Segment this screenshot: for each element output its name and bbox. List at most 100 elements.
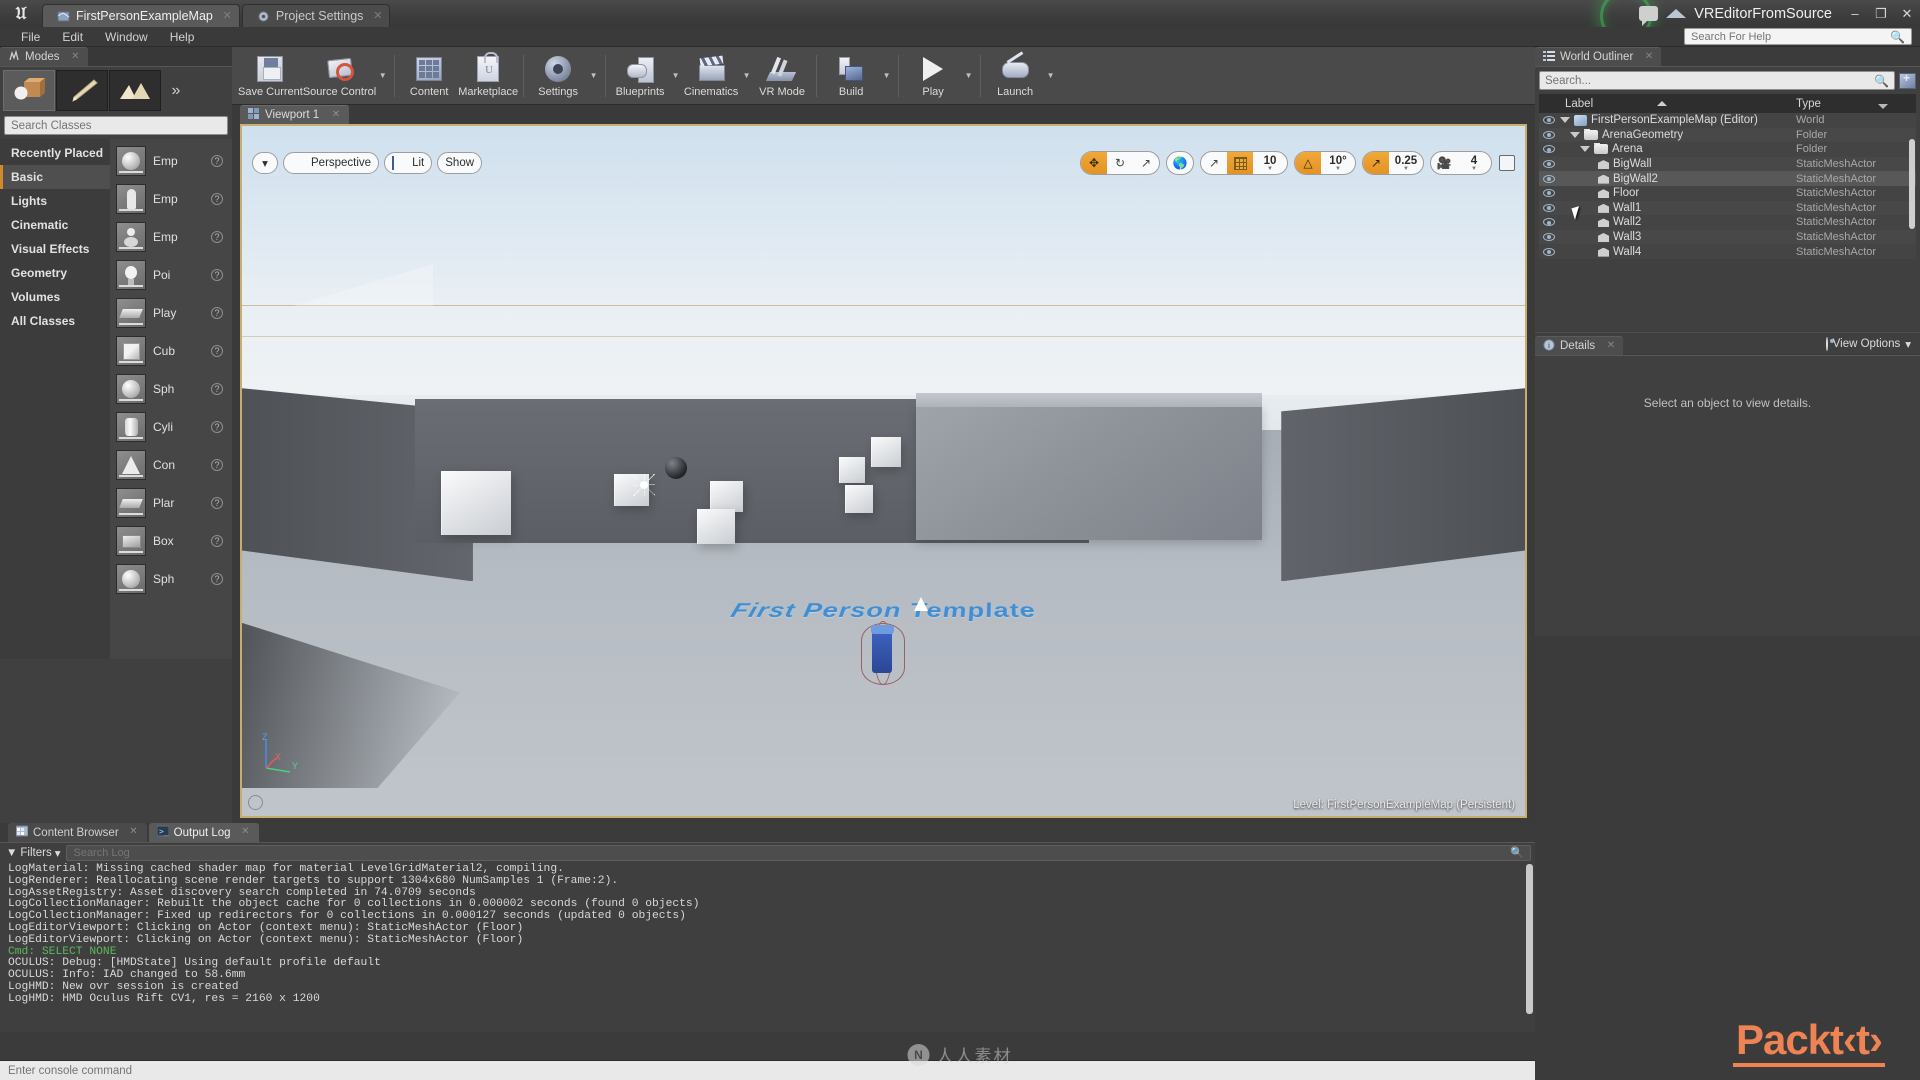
viewport-options-button[interactable]: ▾ xyxy=(252,152,278,174)
outliner-search-input[interactable] xyxy=(1545,74,1875,87)
help-icon[interactable]: ? xyxy=(211,269,223,281)
launch-caret-icon[interactable]: ▼ xyxy=(1044,49,1057,103)
table-row[interactable]: Floor StaticMeshActor xyxy=(1539,186,1916,201)
help-icon[interactable]: ? xyxy=(211,231,223,243)
list-item[interactable]: Emp? xyxy=(110,218,232,256)
help-icon[interactable]: ? xyxy=(211,497,223,509)
viewport-render-area[interactable]: First Person Template Z X Y Level: First… xyxy=(240,124,1527,818)
eye-icon[interactable] xyxy=(1539,247,1558,256)
tab-viewport-1[interactable]: Viewport 1 ✕ xyxy=(240,105,350,124)
list-item[interactable]: Emp? xyxy=(110,180,232,218)
launch-button[interactable]: Launch xyxy=(986,49,1044,103)
source-control-caret-icon[interactable]: ▼ xyxy=(376,49,389,103)
category-volumes[interactable]: Volumes xyxy=(0,285,110,309)
landscape-mode-icon[interactable] xyxy=(109,70,161,111)
player-start-actor[interactable] xyxy=(860,596,928,685)
list-item[interactable]: Cyli? xyxy=(110,408,232,446)
table-row[interactable]: Wall1 StaticMeshActor xyxy=(1539,200,1916,216)
play-button[interactable]: Play xyxy=(904,49,962,103)
help-icon[interactable]: ? xyxy=(211,383,223,395)
document-tab-project-settings[interactable]: Project Settings ✕ xyxy=(241,4,391,27)
close-icon[interactable]: ✕ xyxy=(332,109,340,120)
console-command-bar[interactable] xyxy=(0,1060,1535,1080)
table-row[interactable]: ArenaGeometry Folder xyxy=(1539,127,1916,143)
help-icon[interactable]: ? xyxy=(211,345,223,357)
eye-icon[interactable] xyxy=(1539,189,1558,198)
table-row[interactable]: FirstPersonExampleMap (Editor) World xyxy=(1539,113,1916,128)
table-row[interactable]: BigWall2 StaticMeshActor xyxy=(1539,171,1916,186)
table-row[interactable]: Arena Folder xyxy=(1539,142,1916,157)
scale-snap-value[interactable]: 0.25 ▼ xyxy=(1389,152,1423,174)
cube-actor[interactable] xyxy=(710,481,744,513)
big-wall-block[interactable] xyxy=(915,393,1263,540)
close-icon[interactable]: ✕ xyxy=(129,826,137,837)
help-icon[interactable]: ? xyxy=(211,535,223,547)
cube-actor[interactable] xyxy=(870,436,901,467)
category-geometry[interactable]: Geometry xyxy=(0,261,110,285)
tab-output-log[interactable]: >_ Output Log ✕ xyxy=(148,823,259,842)
document-tab-map[interactable]: FirstPersonExampleMap ✕ xyxy=(42,4,240,27)
tab-modes[interactable]: Modes ✕ xyxy=(0,47,88,66)
expand-arrow-icon[interactable] xyxy=(1580,146,1590,153)
angle-snap-icon[interactable]: △ xyxy=(1295,152,1321,174)
column-type[interactable]: Type xyxy=(1796,98,1916,110)
help-icon[interactable]: ? xyxy=(211,307,223,319)
list-item[interactable]: Play? xyxy=(110,294,232,332)
log-search-input[interactable] xyxy=(73,846,1511,859)
eye-icon[interactable] xyxy=(1539,116,1558,125)
category-recently-placed[interactable]: Recently Placed xyxy=(0,141,110,165)
grid-snap-icon[interactable] xyxy=(1227,152,1253,174)
place-mode-icon[interactable] xyxy=(3,70,55,111)
blueprints-button[interactable]: Blueprints xyxy=(611,49,669,103)
category-lights[interactable]: Lights xyxy=(0,189,110,213)
learn-cap-icon[interactable] xyxy=(1666,6,1687,22)
close-icon[interactable]: ✕ xyxy=(71,51,79,62)
list-item[interactable]: Poi? xyxy=(110,256,232,294)
cinematics-caret-icon[interactable]: ▼ xyxy=(740,49,753,103)
list-item[interactable]: Cub? xyxy=(110,332,232,370)
maximize-button[interactable]: ❐ xyxy=(1868,3,1894,25)
log-scrollbar[interactable] xyxy=(1526,864,1533,1014)
tab-details[interactable]: i Details ✕ xyxy=(1535,336,1624,355)
list-item[interactable]: Box? xyxy=(110,522,232,560)
category-visual-effects[interactable]: Visual Effects xyxy=(0,237,110,261)
expand-arrow-icon[interactable] xyxy=(1570,131,1580,138)
menu-edit[interactable]: Edit xyxy=(51,27,94,47)
search-classes-input[interactable] xyxy=(11,119,221,132)
table-row[interactable]: Wall3 StaticMeshActor xyxy=(1539,229,1916,245)
chat-bubble-icon[interactable] xyxy=(1639,6,1659,26)
save-current-button[interactable]: Save Current xyxy=(238,49,303,103)
log-output-area[interactable]: LogMaterial: Missing cached shader map f… xyxy=(0,862,1535,1032)
minimize-button[interactable]: – xyxy=(1842,3,1868,25)
table-row[interactable]: Wall2 StaticMeshActor xyxy=(1539,215,1916,230)
camera-speed-icon[interactable]: 🎥 xyxy=(1431,152,1457,174)
view-mode-button[interactable]: Lit xyxy=(384,152,433,174)
menu-help[interactable]: Help xyxy=(159,27,206,47)
vr-mode-button[interactable]: VR Mode xyxy=(753,49,811,103)
table-row[interactable]: Wall4 StaticMeshActor xyxy=(1539,244,1916,259)
help-icon[interactable]: ? xyxy=(211,573,223,585)
category-cinematic[interactable]: Cinematic xyxy=(0,213,110,237)
category-basic[interactable]: Basic xyxy=(0,165,110,189)
eye-icon[interactable] xyxy=(1539,218,1558,227)
angle-snap-value[interactable]: 10° ▼ xyxy=(1321,152,1355,174)
cinematics-button[interactable]: Cinematics xyxy=(682,49,740,103)
category-all-classes[interactable]: All Classes xyxy=(0,309,110,333)
build-button[interactable]: Build xyxy=(822,49,880,103)
table-row[interactable]: BigWall StaticMeshActor xyxy=(1539,156,1916,172)
content-button[interactable]: Content xyxy=(400,49,458,103)
log-search-box[interactable]: 🔍 xyxy=(66,844,1531,861)
cube-actor[interactable] xyxy=(838,457,865,484)
outliner-scrollbar[interactable] xyxy=(1909,139,1915,229)
build-caret-icon[interactable]: ▼ xyxy=(880,49,893,103)
close-icon[interactable]: ✕ xyxy=(223,9,232,22)
help-icon[interactable]: ? xyxy=(211,193,223,205)
paint-mode-icon[interactable] xyxy=(56,70,108,111)
help-search-input[interactable] xyxy=(1691,30,1891,43)
close-icon[interactable]: ✕ xyxy=(373,9,382,22)
menu-window[interactable]: Window xyxy=(94,27,159,47)
help-icon[interactable]: ? xyxy=(211,421,223,433)
list-item[interactable]: Con? xyxy=(110,446,232,484)
eye-icon[interactable] xyxy=(1539,145,1558,154)
list-item[interactable]: Sph? xyxy=(110,560,232,598)
